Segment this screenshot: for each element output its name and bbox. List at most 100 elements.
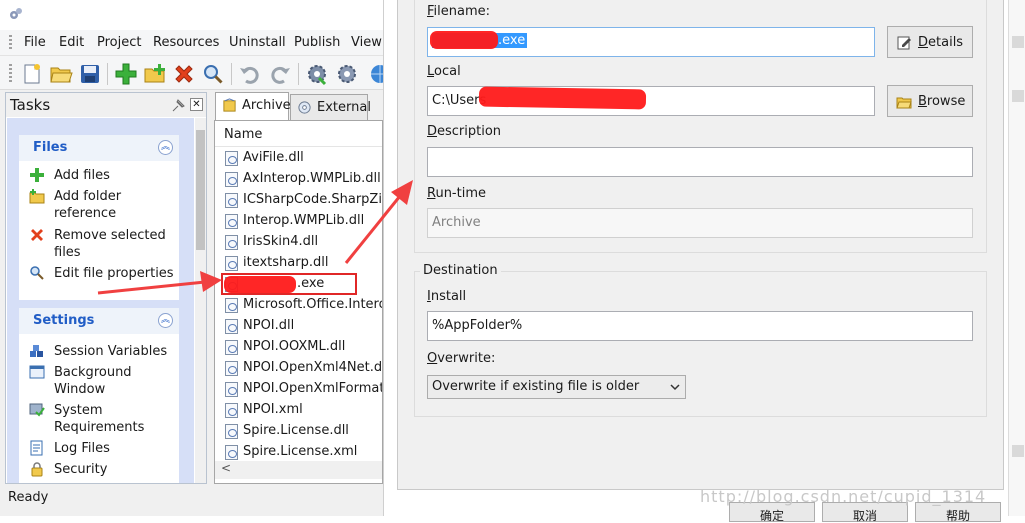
dll-file-icon [225,256,238,271]
tab-external[interactable]: External [290,94,371,120]
file-name: itextsharp.dll [243,255,329,270]
xml-file-icon [225,445,238,460]
file-name: NPOI.OOXML.dll [243,339,346,354]
scroll-left-icon[interactable]: < [221,461,231,475]
file-name: Spire.License.dll [243,423,349,438]
file-name: Microsoft.Office.Intero... [243,297,382,312]
edge-marker [1012,445,1024,457]
menu-view[interactable]: View [351,35,382,50]
toolbar-grip[interactable] [9,64,12,84]
task-log-files[interactable]: Log Files [29,440,179,460]
list-item[interactable]: Spire.License.xml [225,442,382,463]
pin-icon[interactable] [171,97,187,113]
window-icon [29,365,45,379]
overwrite-value: Overwrite if existing file is older [432,379,640,394]
tab-label: Archive [242,98,291,113]
task-security[interactable]: Security [29,461,179,481]
new-project-button[interactable] [20,62,44,86]
list-item[interactable]: Interop.WMPLib.dll [225,211,382,232]
list-item[interactable]: ICSharpCode.SharpZip... [225,190,382,211]
list-item[interactable]: Microsoft.Office.Intero... [225,295,382,316]
undo-button[interactable] [238,62,262,86]
menu-resources[interactable]: Resources [153,35,219,50]
task-session-variables[interactable]: Session Variables [29,343,179,363]
collapse-icon[interactable]: ︽ [158,140,173,155]
add-files-button[interactable] [114,62,138,86]
menu-file[interactable]: File [24,35,46,50]
save-project-button[interactable] [78,62,102,86]
list-item[interactable]: AviFile.dll [225,148,382,169]
menu-edit[interactable]: Edit [59,35,84,50]
tasks-panel: Tasks ✕ Files ︽ Add files Add folder ref… [5,92,207,484]
settings-group-header[interactable]: Settings ︽ [19,308,179,334]
red-x-icon [175,65,193,83]
collapse-icon[interactable]: ︽ [158,313,173,328]
tab-archive[interactable]: Archive [215,92,291,120]
install-input[interactable]: %AppFolder% [427,311,973,341]
settings-button[interactable] [335,62,359,86]
task-background-window[interactable]: Background Window [29,364,179,400]
list-item[interactable]: Spire.License.dll [225,421,382,442]
file-name: IrisSkin4.dll [243,234,319,249]
file-name: Interop.WMPLib.dll [243,213,365,228]
list-item[interactable]: NPOI.OOXML.dll [225,337,382,358]
overwrite-label: Overwrite: [427,351,496,366]
dll-file-icon [225,382,238,397]
column-header-name[interactable]: Name [215,121,382,147]
build-button[interactable] [305,62,329,86]
main-window: File Edit Project Resources Uninstall Pu… [0,0,389,516]
task-label: Log Files [54,441,110,456]
browse-button[interactable]: Browse [887,85,973,117]
search-button[interactable] [201,62,225,86]
redaction-mark [478,86,647,110]
details-button[interactable]: Details [887,26,973,58]
horizontal-scrollbar[interactable]: < [215,461,382,479]
watermark: http://blog.csdn.net/cupid_1314 [700,487,987,506]
task-label: Background Window [54,365,132,397]
task-remove-selected-files[interactable]: Remove selected files [29,227,179,263]
open-folder-icon [50,67,73,83]
redo-button[interactable] [268,62,292,86]
edge-marker [1012,90,1024,102]
menu-uninstall[interactable]: Uninstall [229,35,286,50]
toolbar [0,56,389,90]
list-item[interactable]: itextsharp.dll [225,253,382,274]
description-input[interactable] [427,147,973,177]
status-text: Ready [8,490,49,505]
list-item[interactable]: IrisSkin4.dll [225,232,382,253]
file-properties-dialog: Filename: .exe Details Local C:\Users Br… [383,0,1008,523]
open-project-button[interactable] [49,62,73,86]
xml-file-icon [225,403,238,418]
menu-publish[interactable]: Publish [294,35,340,50]
task-label: Add files [54,168,110,183]
tasks-scrollbar[interactable] [195,118,206,483]
files-group-header[interactable]: Files ︽ [19,135,179,161]
list-item[interactable]: AxInterop.WMPLib.dll [225,169,382,190]
remove-button[interactable] [172,62,196,86]
magnifier-icon [204,65,223,84]
open-folder-icon [896,97,912,109]
menu-project[interactable]: Project [97,35,141,50]
local-label: Local [427,64,461,79]
description-label: Description [427,124,502,139]
list-item[interactable]: NPOI.xml [225,400,382,421]
file-name: NPOI.dll [243,318,295,333]
dll-file-icon [225,151,238,166]
tasks-title: Tasks [10,96,51,114]
task-add-files[interactable]: Add files [29,167,179,187]
disc-icon [298,101,311,114]
list-item[interactable]: NPOI.OpenXmlFormats.... [225,379,382,400]
toolbar-separator [107,63,108,85]
task-add-folder-reference[interactable]: Add folder reference [29,188,179,224]
menu-grip[interactable] [9,35,12,51]
edge-marker [1012,36,1024,48]
list-item[interactable]: NPOI.dll [225,316,382,337]
overwrite-select[interactable]: Overwrite if existing file is older [427,375,686,399]
list-item[interactable]: NPOI.OpenXml4Net.dll [225,358,382,379]
add-folder-button[interactable] [143,62,167,86]
task-edit-file-properties[interactable]: Edit file properties [29,265,179,285]
scrollbar-thumb[interactable] [196,130,205,250]
task-system-requirements[interactable]: System Requirements [29,402,179,438]
close-icon[interactable]: ✕ [190,98,203,111]
install-label: Install [427,289,467,304]
